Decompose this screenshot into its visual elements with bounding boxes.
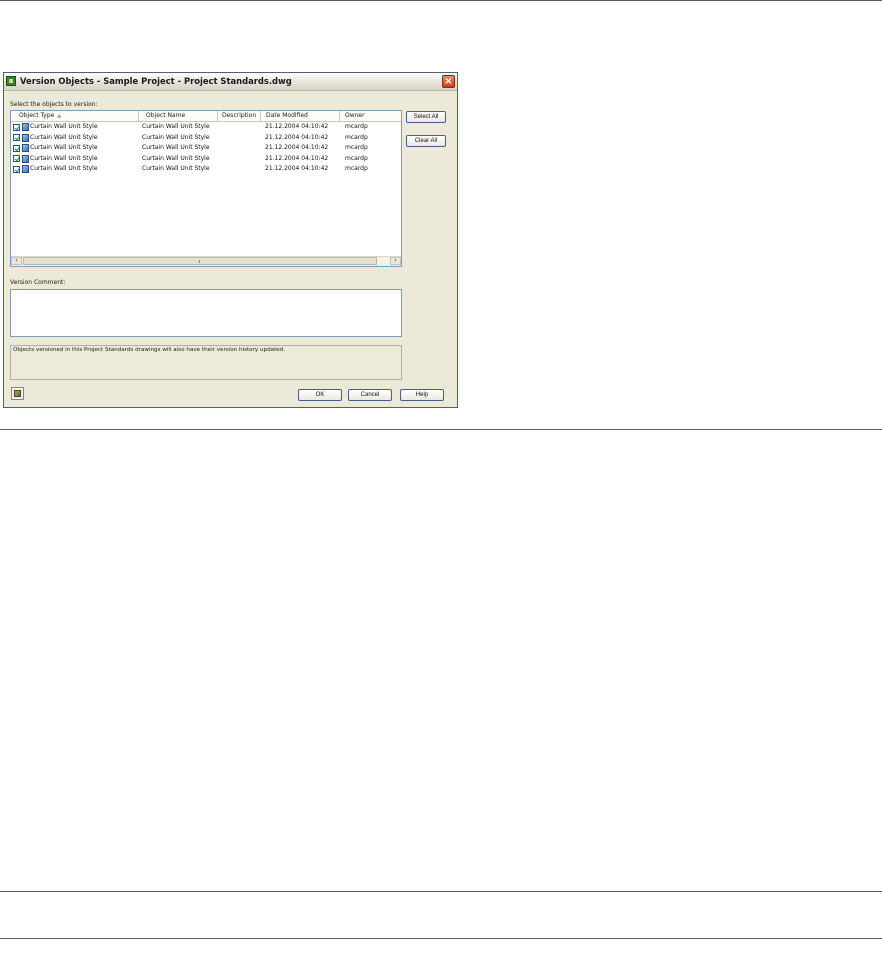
table-row[interactable]: Curtain Wall Unit Style Curtain Wall Unit… bbox=[11, 133, 401, 144]
column-object-type-label: Object Type bbox=[19, 112, 55, 119]
cell-owner: mcardp bbox=[345, 144, 368, 151]
column-owner[interactable]: Owner bbox=[340, 111, 401, 121]
title-bar[interactable]: Version Objects - Sample Project - Proje… bbox=[4, 73, 457, 91]
cell-date-modified: 21.12.2004 04:10:42 bbox=[265, 133, 329, 141]
select-all-button[interactable]: Select All bbox=[406, 111, 446, 123]
top-rule bbox=[0, 0, 882, 1]
cell-object-type: Curtain Wall Unit Style bbox=[30, 144, 98, 151]
cell-owner: mcardp bbox=[345, 165, 368, 172]
list-header: Object Type ▲ Object Name Description Dat… bbox=[11, 111, 401, 122]
column-object-type[interactable]: Object Type ▲ bbox=[11, 111, 139, 121]
cell-owner: mcardp bbox=[345, 133, 368, 141]
sort-ascending-icon: ▲ bbox=[57, 113, 62, 119]
object-style-icon bbox=[22, 144, 29, 152]
cell-object-type: Curtain Wall Unit Style bbox=[30, 165, 98, 172]
objects-list[interactable]: Object Type ▲ Object Name Description Dat… bbox=[10, 110, 402, 267]
table-row[interactable]: Curtain Wall Unit Style Curtain Wall Unit… bbox=[11, 143, 401, 154]
project-tool-icon bbox=[14, 390, 21, 397]
version-comment-input[interactable] bbox=[10, 289, 402, 337]
lower-rule bbox=[0, 891, 882, 892]
version-comment-label: Version Comment: bbox=[10, 279, 66, 286]
scroll-thumb[interactable] bbox=[23, 257, 377, 265]
object-style-icon bbox=[22, 123, 29, 131]
object-style-icon bbox=[22, 133, 29, 142]
column-date-modified[interactable]: Date Modified bbox=[261, 111, 340, 121]
ok-button[interactable]: OK bbox=[298, 389, 342, 401]
middle-rule bbox=[0, 429, 882, 430]
scroll-right-icon[interactable]: › bbox=[390, 257, 401, 265]
close-icon[interactable]: × bbox=[442, 75, 455, 88]
table-row[interactable]: Curtain Wall Unit Style Curtain Wall Unit… bbox=[11, 164, 401, 175]
cell-date-modified: 21.12.2004 04:10:42 bbox=[265, 144, 329, 151]
clear-all-button[interactable]: Clear All bbox=[406, 135, 446, 147]
table-row[interactable]: Curtain Wall Unit Style Curtain Wall Unit… bbox=[11, 122, 401, 133]
cell-owner: mcardp bbox=[345, 123, 368, 130]
column-object-name[interactable]: Object Name bbox=[139, 111, 218, 121]
cell-object-name: Curtain Wall Unit Style bbox=[142, 123, 210, 130]
scroll-grip bbox=[199, 260, 201, 263]
dialog-title: Version Objects - Sample Project - Proje… bbox=[20, 76, 292, 86]
horizontal-scrollbar[interactable]: ‹ › bbox=[11, 256, 401, 266]
cell-object-name: Curtain Wall Unit Style bbox=[142, 144, 210, 151]
select-prompt: Select the objects to version: bbox=[10, 101, 98, 108]
info-text: Objects versioned in this Project Standa… bbox=[13, 347, 286, 353]
row-checkbox[interactable] bbox=[13, 123, 20, 131]
cancel-button[interactable]: Cancel bbox=[348, 389, 392, 401]
column-description[interactable]: Description bbox=[218, 111, 261, 121]
cell-object-name: Curtain Wall Unit Style bbox=[142, 133, 210, 141]
cell-object-type: Curtain Wall Unit Style bbox=[30, 133, 98, 141]
cell-object-type: Curtain Wall Unit Style bbox=[30, 154, 98, 162]
cell-date-modified: 21.12.2004 04:10:42 bbox=[265, 123, 329, 130]
object-style-icon bbox=[22, 154, 29, 163]
cell-object-name: Curtain Wall Unit Style bbox=[142, 154, 210, 162]
table-row[interactable]: Curtain Wall Unit Style Curtain Wall Unit… bbox=[11, 154, 401, 165]
row-checkbox[interactable] bbox=[13, 144, 20, 152]
version-objects-dialog: Version Objects - Sample Project - Proje… bbox=[3, 72, 458, 408]
object-style-icon bbox=[22, 165, 29, 173]
app-icon bbox=[6, 76, 16, 86]
project-tool-button[interactable] bbox=[11, 387, 24, 400]
row-checkbox[interactable] bbox=[13, 155, 20, 162]
cell-date-modified: 21.12.2004 04:10:42 bbox=[265, 154, 329, 162]
row-checkbox[interactable] bbox=[13, 134, 20, 141]
cell-date-modified: 21.12.2004 04:10:42 bbox=[265, 165, 329, 172]
scroll-left-icon[interactable]: ‹ bbox=[11, 257, 22, 265]
cell-object-name: Curtain Wall Unit Style bbox=[142, 165, 210, 172]
bottom-rule bbox=[0, 938, 882, 939]
info-panel: Objects versioned in this Project Standa… bbox=[10, 345, 402, 380]
help-button[interactable]: Help bbox=[400, 389, 444, 401]
cell-owner: mcardp bbox=[345, 154, 368, 162]
row-checkbox[interactable] bbox=[13, 165, 20, 173]
cell-object-type: Curtain Wall Unit Style bbox=[30, 123, 98, 130]
